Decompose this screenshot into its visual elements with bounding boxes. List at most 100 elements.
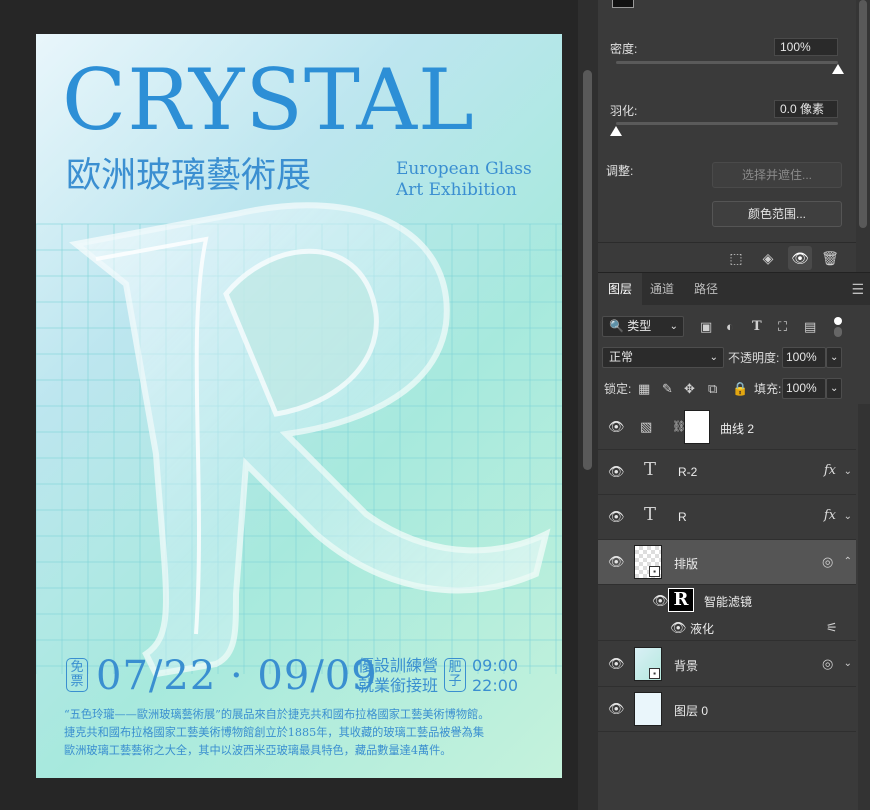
filter-toggle[interactable]: [834, 317, 842, 337]
panel-menu-icon[interactable]: ☰: [851, 281, 864, 298]
filter-type-layer-icon[interactable]: T: [752, 319, 762, 335]
feather-field[interactable]: 0.0 像素: [774, 100, 838, 118]
fill-dropdown-button[interactable]: ⌄: [826, 378, 842, 399]
layer-name[interactable]: R-2: [678, 465, 697, 479]
lock-position-icon[interactable]: ✥: [684, 381, 695, 397]
layer-name[interactable]: 排版: [674, 555, 698, 572]
select-and-mask-button[interactable]: 选择并遮住...: [712, 162, 842, 188]
color-range-button[interactable]: 颜色范围...: [712, 201, 842, 227]
properties-scrollbar[interactable]: [856, 0, 870, 272]
opacity-dropdown-button[interactable]: ⌄: [826, 347, 842, 368]
layer-row-liquify[interactable]: 👁 液化 ⚟: [598, 615, 856, 641]
poster-date-row: 免票 07/22 · 09/09 優設訓練營 就業銜接班 肥子 09:00 22…: [66, 656, 536, 698]
layer-row-layer-0[interactable]: 👁 图层 0: [598, 687, 856, 732]
panel-divider-scrollbar[interactable]: [578, 0, 598, 810]
visibility-eye-icon[interactable]: 👁: [608, 701, 625, 717]
opacity-field[interactable]: 100%: [782, 347, 826, 368]
document-canvas[interactable]: CRYSTAL 欧洲玻璃藝術展 European Glass Art Exhib…: [0, 0, 578, 810]
feather-slider-thumb[interactable]: [610, 126, 622, 136]
visibility-eye-icon[interactable]: 👁: [608, 419, 625, 435]
smart-filter-toggle-icon[interactable]: ◎: [822, 656, 833, 672]
lock-image-pixels-icon[interactable]: ✎: [662, 381, 673, 397]
event-name-line2: 就業銜接班: [358, 676, 439, 695]
layer-name[interactable]: 液化: [690, 620, 714, 637]
prevent-auto-nesting-icon[interactable]: ⧉: [708, 381, 717, 397]
lock-all-icon[interactable]: 🔒: [732, 381, 748, 397]
filter-toggle-track: [834, 327, 842, 337]
layer-effects-fx-icon[interactable]: fx: [824, 508, 836, 523]
density-field[interactable]: 100%: [774, 38, 838, 56]
filter-adjustment-layer-icon[interactable]: ◐: [726, 319, 734, 335]
panel-tabs: 图层 通道 路径 ☰: [598, 273, 870, 305]
filter-pixel-layer-icon[interactable]: ▣: [700, 319, 712, 335]
smart-object-icon: ▪: [649, 566, 660, 577]
layer-thumbnail[interactable]: [634, 692, 662, 726]
apply-mask-icon[interactable]: ◈: [756, 246, 780, 270]
description-line: 歐洲玻璃工藝藝術之大全，其中以波西米亞玻璃最具特色，藏品數量達4萬件。: [64, 744, 452, 757]
chevron-down-icon[interactable]: ⌄: [844, 658, 852, 669]
visibility-eye-icon[interactable]: 👁: [670, 620, 687, 636]
layer-list-scrollbar[interactable]: [858, 404, 870, 810]
text-layer-icon: T: [644, 504, 657, 525]
lock-transparent-pixels-icon[interactable]: ▦: [638, 381, 650, 397]
sponsor-badge: 肥子: [444, 658, 466, 692]
open-time: 09:00: [472, 656, 519, 675]
layer-name[interactable]: R: [678, 510, 687, 524]
chevron-down-icon: ⌄: [669, 321, 678, 332]
layer-effects-fx-icon[interactable]: fx: [824, 463, 836, 478]
filter-blending-options-icon[interactable]: ⚟: [826, 620, 838, 636]
smart-filter-mask-thumbnail[interactable]: R: [668, 588, 694, 612]
tab-paths[interactable]: 路径: [684, 273, 728, 305]
layer-thumbnail[interactable]: ▪: [634, 647, 662, 681]
poster-subtitle-english-line2: Art Exhibition: [396, 180, 517, 200]
load-selection-icon[interactable]: ⬚: [724, 246, 748, 270]
filter-smart-object-icon[interactable]: ▤: [804, 319, 816, 335]
visibility-eye-icon[interactable]: 👁: [608, 554, 625, 570]
scrollbar-thumb[interactable]: [583, 70, 592, 470]
visibility-eye-icon[interactable]: 👁: [608, 464, 625, 480]
chevron-down-icon[interactable]: ⌄: [844, 466, 852, 477]
close-time: 22:00: [472, 676, 519, 695]
layer-name[interactable]: 曲线 2: [720, 420, 754, 437]
layer-row-r-2[interactable]: 👁 T R-2 fx ⌄: [598, 450, 856, 495]
mask-properties-panel: 密度: 100% 羽化: 0.0 像素 调整: 选择并遮住... 颜色范围...: [598, 0, 870, 272]
mask-thumbnail[interactable]: [612, 0, 634, 8]
tab-layers[interactable]: 图层: [598, 273, 643, 305]
fill-field[interactable]: 100%: [782, 378, 826, 399]
visibility-eye-icon[interactable]: 👁: [652, 593, 669, 609]
visibility-eye-icon[interactable]: 👁: [608, 656, 625, 672]
layer-filter-value: 类型: [627, 319, 652, 333]
delete-mask-icon[interactable]: 🗑: [818, 246, 842, 270]
poster-subtitle-english-line1: European Glass: [396, 159, 532, 179]
visibility-eye-icon[interactable]: 👁: [608, 509, 625, 525]
tab-channels[interactable]: 通道: [640, 273, 684, 305]
chevron-down-icon[interactable]: ⌄: [844, 511, 852, 522]
toggle-mask-visibility-icon[interactable]: 👁: [788, 246, 812, 270]
blend-mode-select[interactable]: 正常 ⌄: [602, 347, 724, 368]
layer-name[interactable]: 图层 0: [674, 702, 708, 719]
chevron-up-icon[interactable]: ⌃: [844, 556, 852, 567]
layer-list: 👁 ▧ ⛓ 曲线 2 👁 T R-2 fx ⌄ 👁 T R fx ⌄ 👁 ▪ 排…: [598, 405, 856, 810]
feather-slider-track[interactable]: [616, 122, 838, 125]
density-slider-thumb[interactable]: [832, 64, 844, 74]
filter-shape-layer-icon[interactable]: ⛶: [778, 319, 787, 335]
layer-name[interactable]: 背景: [674, 657, 698, 674]
layer-filter-select[interactable]: 🔍 类型 ⌄: [602, 316, 684, 337]
layer-row-smart-filters[interactable]: 👁 R 智能滤镜: [598, 585, 856, 615]
scrollbar-thumb[interactable]: [859, 0, 867, 228]
layer-thumbnail[interactable]: ▪: [634, 545, 662, 579]
layer-row-background[interactable]: 👁 ▪ 背景 ◎ ⌄: [598, 642, 856, 687]
density-slider-track[interactable]: [616, 61, 838, 64]
smart-filter-toggle-icon[interactable]: ◎: [822, 554, 833, 570]
layer-mask-thumbnail[interactable]: [684, 410, 710, 444]
free-ticket-badge: 免票: [66, 658, 88, 692]
layer-name[interactable]: 智能滤镜: [704, 593, 752, 610]
layer-row-r[interactable]: 👁 T R fx ⌄: [598, 495, 856, 540]
density-label: 密度:: [610, 42, 638, 56]
smart-object-icon: ▪: [649, 668, 660, 679]
layer-row-layout[interactable]: 👁 ▪ 排版 ◎ ⌃: [598, 540, 856, 585]
search-icon: 🔍: [609, 319, 624, 333]
layers-panel: 图层 通道 路径 ☰ 🔍 类型 ⌄ ▣ ◐ T ⛶ ▤ 正常 ⌄ 不透明度: 1…: [598, 272, 870, 810]
layer-row-curves-2[interactable]: 👁 ▧ ⛓ 曲线 2: [598, 405, 856, 450]
chevron-down-icon: ⌄: [709, 352, 718, 363]
